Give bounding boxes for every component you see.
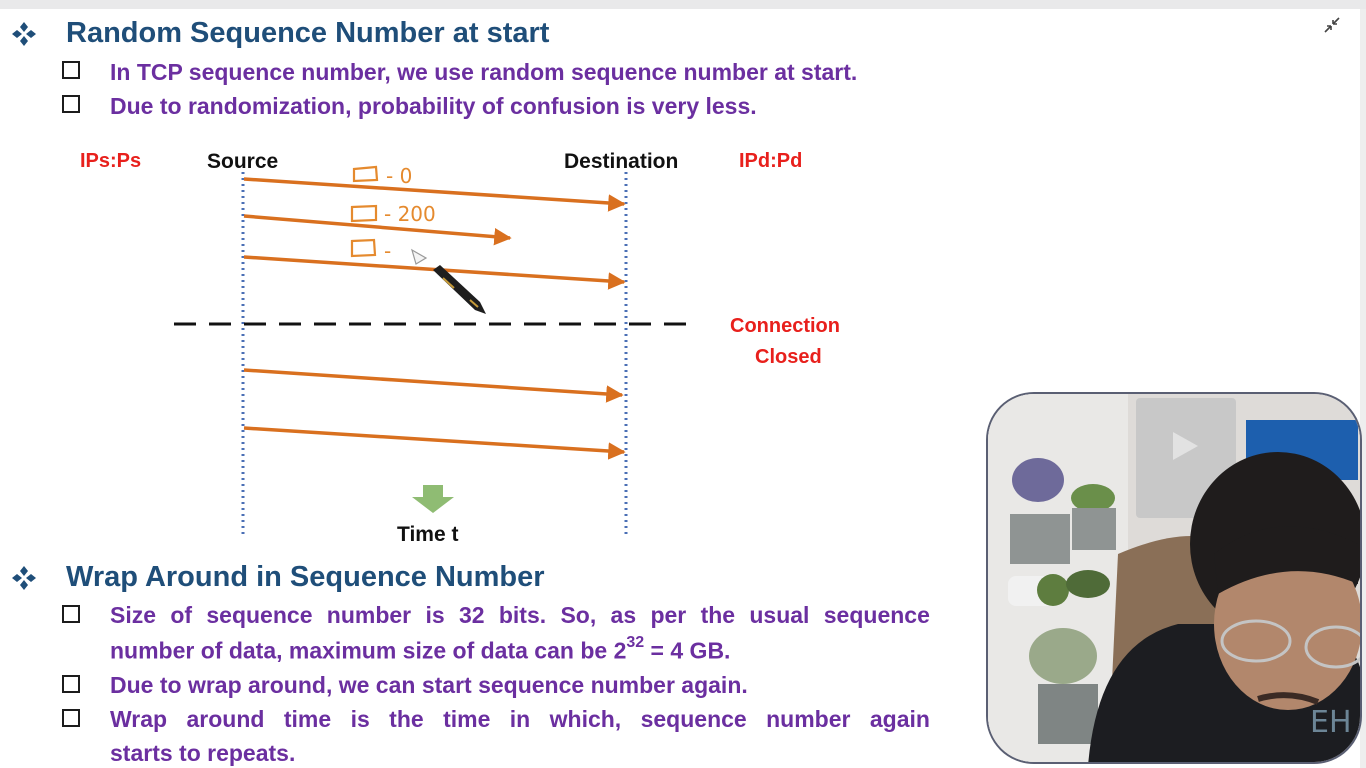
section2-heading: Wrap Around in Sequence Number [66,561,545,593]
section2-bullet-3-line-2: starts to repeats. [110,740,296,766]
presenter-webcam: EH [986,392,1362,764]
checkbox-bullet-icon [62,605,80,623]
segment-arrow-5 [243,426,626,460]
section2-bullet-1-line-2: number of data, maximum size of data can… [110,634,731,664]
destination-label: Destination [564,150,679,173]
source-label: Source [207,150,279,173]
checkbox-bullet-icon [62,61,80,79]
section1-bullet-2: Due to randomization, probability of con… [110,93,757,119]
segment-arrow-1 [243,177,626,212]
section2-bullet-1-line-1: Size of sequence number is 32 bits. So, as per the… [110,602,930,628]
section1-bullet-1: In TCP sequence number, we use random se… [110,59,858,85]
connection-closed-label-line1: Connection [730,315,840,337]
collapse-icon[interactable] [1322,15,1342,35]
four-diamond-bullet-icon [12,566,36,590]
four-diamond-bullet-icon [12,22,36,46]
handwritten-box-3 [350,238,377,258]
section1-heading: Random Sequence Number at start [66,17,550,49]
handwritten-box-2 [350,204,378,223]
destination-address-label: IPd:Pd [739,150,803,172]
exponent: 32 [626,634,645,651]
handwritten-text-3: - [384,239,391,263]
checkbox-bullet-icon [62,675,80,693]
handwritten-box-1 [352,165,379,183]
section2-bullet-2: Due to wrap around, we can start sequenc… [110,672,748,698]
time-label: Time t [397,523,459,546]
handwritten-text-2: - 200 [384,202,436,226]
segment-arrow-2 [243,214,512,246]
handwritten-text-1: - 0 [386,164,412,188]
segment-arrow-4 [243,368,624,403]
top-window-bar [0,0,1366,9]
checkbox-bullet-icon [62,709,80,727]
webcam-video-frame: EH [988,394,1360,762]
section2-bullet-3-line-1: Wrap around time is the time in which, sequence n… [110,706,930,732]
source-address-label: IPs:Ps [80,150,142,172]
segment-arrow-3 [243,255,626,290]
channel-watermark-logo: EH [1310,705,1352,740]
checkbox-bullet-icon [62,95,80,113]
connection-closed-label-line2: Closed [755,346,822,368]
pen-cursor-icon [411,248,486,314]
time-down-arrow-icon [412,485,454,513]
